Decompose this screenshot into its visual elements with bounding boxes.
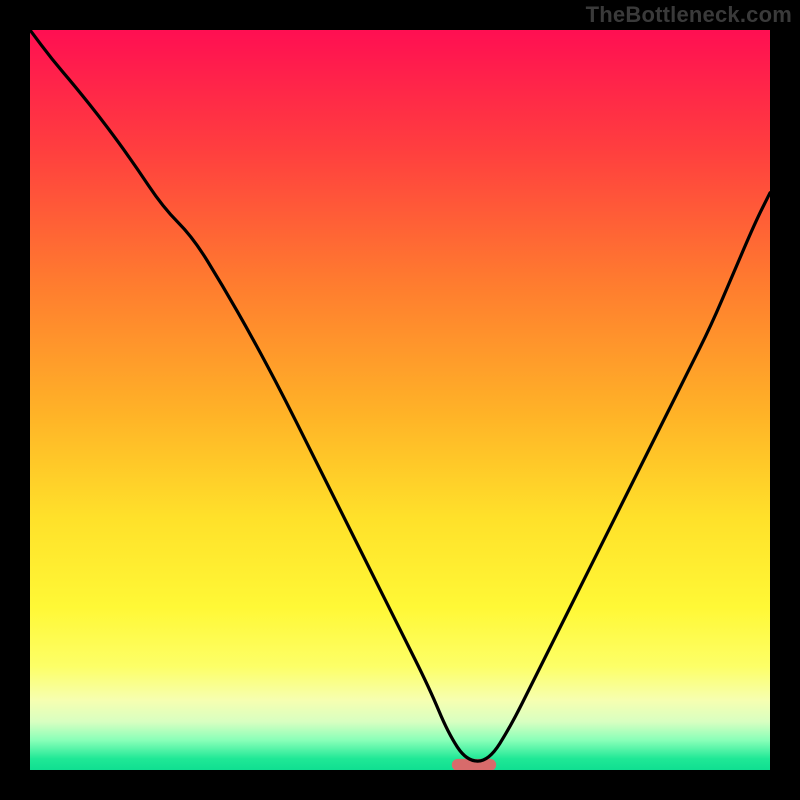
chart-svg	[30, 30, 770, 770]
chart-background	[30, 30, 770, 770]
chart-plot-area	[30, 30, 770, 770]
watermark-text: TheBottleneck.com	[586, 2, 792, 28]
chart-frame: TheBottleneck.com	[0, 0, 800, 800]
